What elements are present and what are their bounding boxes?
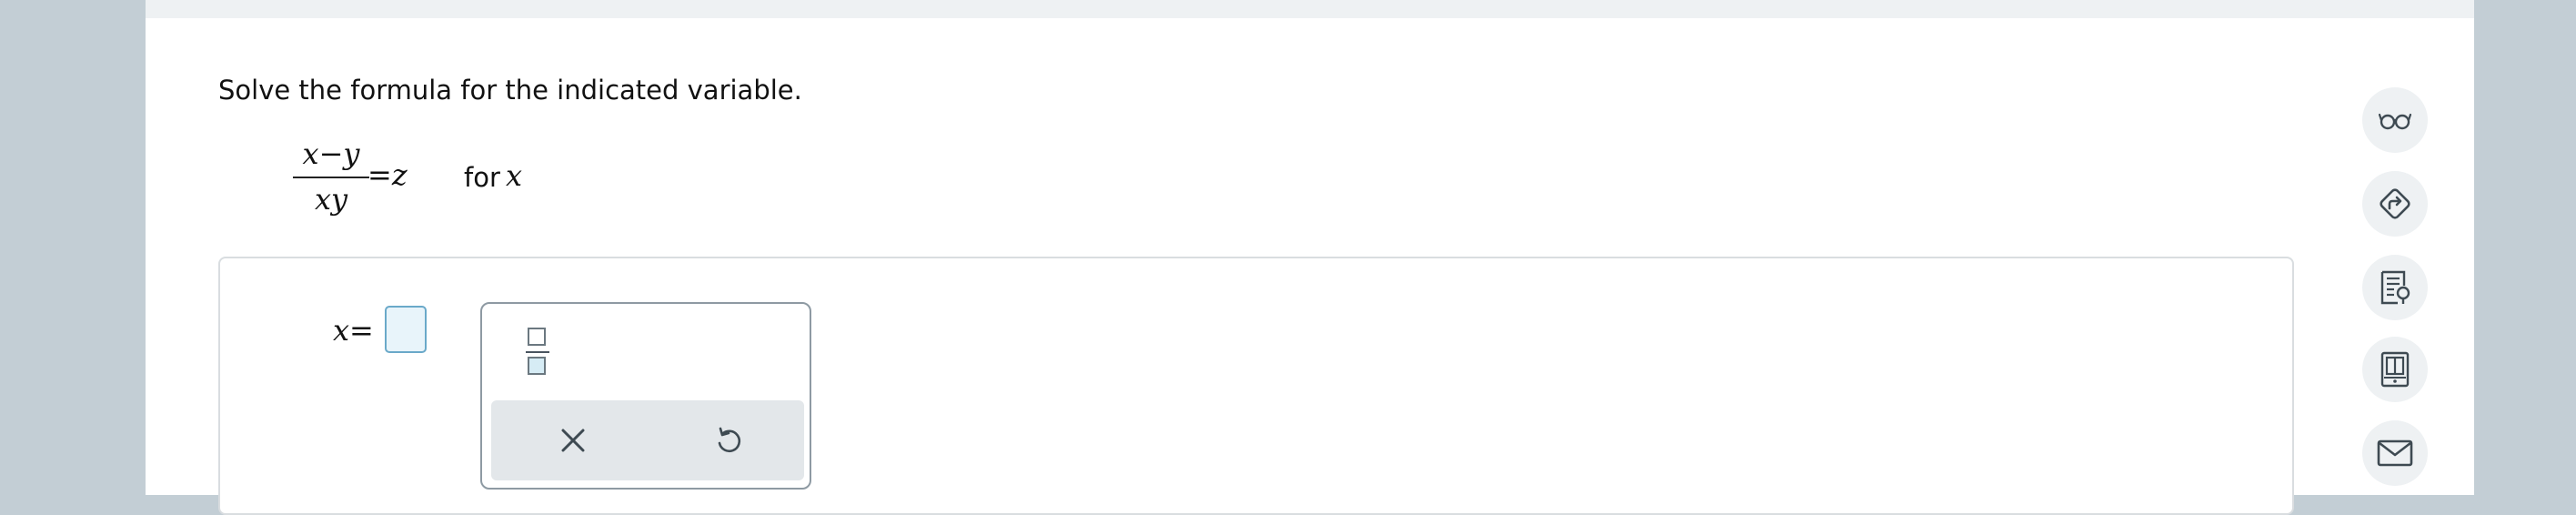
answer-input[interactable] bbox=[385, 306, 427, 353]
accessibility-button[interactable] bbox=[2362, 87, 2428, 153]
mail-icon bbox=[2377, 439, 2413, 467]
ebook-icon bbox=[2380, 351, 2410, 388]
formula-rhs: =z bbox=[367, 157, 408, 192]
mail-button[interactable] bbox=[2362, 420, 2428, 486]
textbook-icon bbox=[2380, 270, 2410, 305]
directions-button[interactable] bbox=[2362, 171, 2428, 237]
clear-icon bbox=[561, 429, 585, 452]
clear-button[interactable] bbox=[555, 422, 591, 459]
textbook-button[interactable] bbox=[2362, 255, 2428, 320]
formula-denominator: xy bbox=[314, 182, 348, 217]
instruction-text: Solve the formula for the indicated vari… bbox=[218, 75, 802, 106]
ebook-button[interactable] bbox=[2362, 337, 2428, 402]
directions-icon bbox=[2380, 188, 2410, 219]
undo-button[interactable] bbox=[709, 422, 746, 459]
question-page: Solve the formula for the indicated vari… bbox=[146, 0, 2474, 515]
fraction-bar bbox=[293, 177, 369, 178]
math-palette bbox=[480, 302, 811, 490]
fraction-tool-bar-icon bbox=[526, 351, 549, 353]
glasses-icon bbox=[2379, 113, 2411, 130]
target-variable: x bbox=[506, 158, 523, 193]
fraction-tool-numerator-icon bbox=[528, 328, 546, 346]
formula-numerator: x−y bbox=[302, 136, 360, 171]
top-bar bbox=[146, 0, 2474, 18]
answer-lhs: x= bbox=[333, 313, 374, 348]
fraction-tool-denominator-icon bbox=[528, 357, 546, 375]
fraction-tool-button[interactable] bbox=[526, 324, 551, 379]
palette-actions-bar bbox=[491, 400, 804, 480]
for-label: for bbox=[464, 162, 500, 193]
undo-icon bbox=[718, 427, 741, 453]
